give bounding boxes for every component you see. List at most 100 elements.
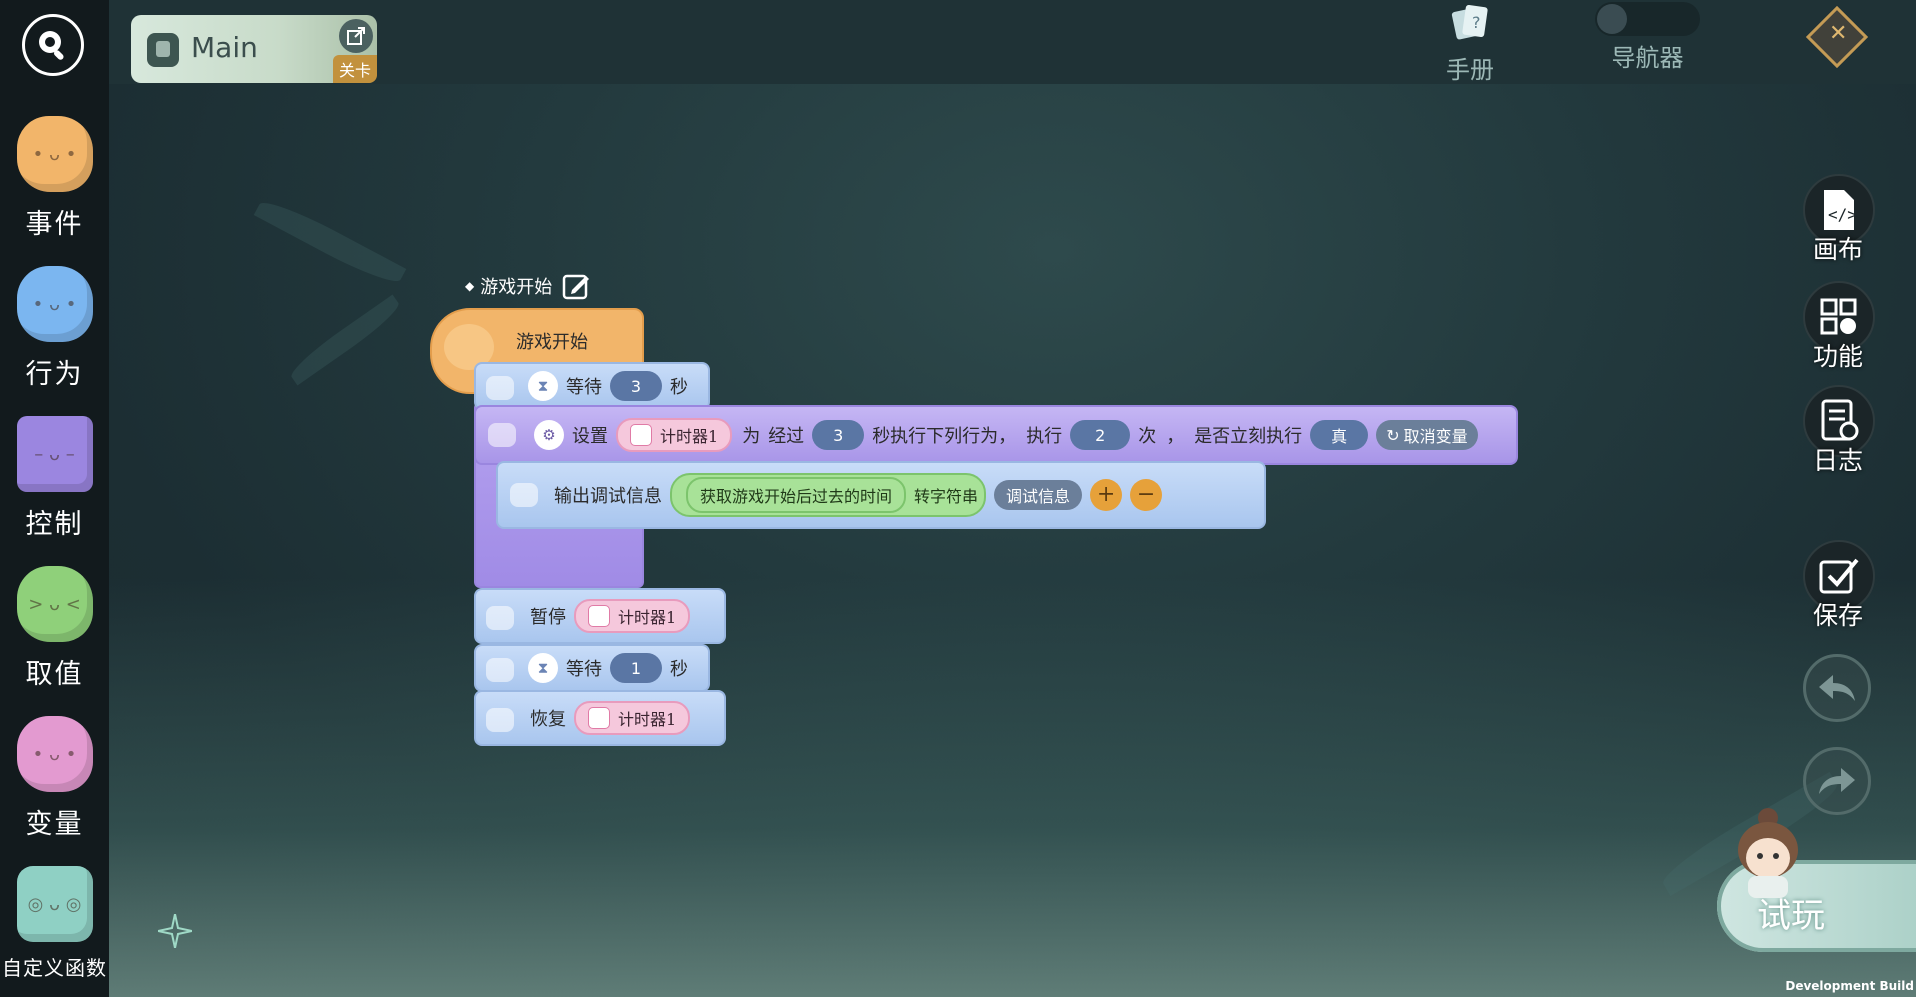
open-external-icon <box>347 27 365 45</box>
behavior-mascot-icon: • ᴗ • <box>16 266 93 342</box>
pause-timer-selector[interactable]: 计时器1 <box>574 599 691 633</box>
category-custom-function[interactable]: ◎ ᴗ ◎ 自定义函数 <box>0 866 109 981</box>
search-button[interactable] <box>22 14 84 76</box>
background-leaf <box>286 294 404 386</box>
pause-label: 暂停 <box>530 607 566 628</box>
category-variable[interactable]: • ᴗ • 变量 <box>0 716 109 841</box>
dev-build-label: Development Build <box>1785 979 1914 993</box>
svg-text:</>: </> <box>1828 205 1857 224</box>
to-string-label: 转字符串 <box>914 487 979 506</box>
save-label: 保存 <box>1812 601 1863 630</box>
cancel-variable-button[interactable]: ↻ 取消变量 <box>1376 420 1478 450</box>
category-value[interactable]: > ᴗ < 取值 <box>0 566 109 691</box>
timer-icon <box>630 424 652 446</box>
resume-timer-name: 计时器1 <box>618 710 677 729</box>
debug-info-input[interactable]: 调试信息 <box>994 480 1083 510</box>
sparkle-icon <box>158 914 192 948</box>
category-event[interactable]: • ᴗ • 事件 <box>0 116 109 241</box>
function-button[interactable]: 功能 <box>1803 281 1875 373</box>
exec-text: 秒执行下列行为， <box>872 426 1017 447</box>
refresh-icon: ↻ <box>1386 425 1400 445</box>
repeat-times-input[interactable]: 2 <box>1070 420 1131 450</box>
to-string-block[interactable]: 获取游戏开始后过去的时间 转字符串 <box>670 473 987 517</box>
background-leaf <box>253 193 407 291</box>
custom-function-mascot-icon: ◎ ᴗ ◎ <box>16 866 93 942</box>
scene-icon <box>147 33 179 67</box>
manual-cards-icon: ? <box>1451 5 1488 40</box>
manual-button[interactable]: ? 手册 <box>1440 2 1500 85</box>
scene-tab-main[interactable]: Main 关卡 <box>131 15 377 83</box>
pause-timer-block[interactable]: 暂停 计时器1 <box>474 588 726 644</box>
interval-seconds-input[interactable]: 3 <box>812 420 865 450</box>
robot-icon <box>486 708 514 732</box>
navigator-switch[interactable] <box>1595 2 1700 36</box>
resume-timer-block[interactable]: 恢复 计时器1 <box>474 690 726 746</box>
redo-button[interactable] <box>1803 747 1871 815</box>
function-label: 功能 <box>1812 342 1863 371</box>
save-button[interactable]: 保存 <box>1803 540 1875 632</box>
immediate-bool-input[interactable]: 真 <box>1310 420 1369 450</box>
event-header: ◆ 游戏开始 <box>465 272 590 300</box>
debug-output-block[interactable]: 输出调试信息 获取游戏开始后过去的时间 转字符串 调试信息 + − <box>496 461 1266 529</box>
search-icon <box>39 31 64 60</box>
pause-timer-name: 计时器1 <box>618 608 677 627</box>
hourglass-icon: ⧗ <box>528 653 558 683</box>
wait2-seconds-input[interactable]: 1 <box>610 653 662 683</box>
wait-block[interactable]: ⧗ 等待 3 秒 <box>474 362 710 410</box>
character-avatar-icon <box>1738 808 1798 898</box>
exec-label: 执行 <box>1026 426 1063 447</box>
wait-label: 等待 <box>566 377 602 398</box>
event-header-label: 游戏开始 <box>480 277 553 298</box>
open-external-button[interactable] <box>339 19 373 53</box>
svg-text:?: ? <box>1472 13 1481 32</box>
edit-icon[interactable] <box>562 272 590 300</box>
canvas-button[interactable]: </> 画布 <box>1803 174 1875 266</box>
undo-button[interactable] <box>1803 654 1871 722</box>
timer-selector[interactable]: 计时器1 <box>616 418 733 452</box>
manual-label: 手册 <box>1446 56 1494 84</box>
category-label: 变量 <box>25 809 84 840</box>
canvas-label: 画布 <box>1812 235 1863 264</box>
navigator-toggle[interactable]: 导航器 <box>1595 2 1700 73</box>
wait-block-2[interactable]: ⧗ 等待 1 秒 <box>474 644 710 692</box>
wait2-label: 等待 <box>566 659 602 680</box>
category-control[interactable]: – ᴗ – 控制 <box>0 416 109 541</box>
get-elapsed-time-block[interactable]: 获取游戏开始后过去的时间 <box>686 477 907 513</box>
event-block-label: 游戏开始 <box>516 332 588 353</box>
cancel-variable-label: 取消变量 <box>1403 427 1468 446</box>
get-time-label: 获取游戏开始后过去的时间 <box>700 487 893 506</box>
remove-param-button[interactable]: − <box>1130 479 1163 511</box>
scene-tab-title: Main <box>191 31 258 64</box>
category-label: 行为 <box>25 359 84 390</box>
category-behavior[interactable]: • ᴗ • 行为 <box>0 266 109 391</box>
for-label: 为 <box>742 426 761 447</box>
robot-icon <box>486 376 514 400</box>
timer-name: 计时器1 <box>660 427 719 446</box>
event-mascot-icon: • ᴗ • <box>16 116 93 192</box>
wait-unit: 秒 <box>670 377 688 398</box>
after-label: 经过 <box>768 426 805 447</box>
event-small-icon: ◆ <box>465 279 475 293</box>
log-label: 日志 <box>1812 446 1863 475</box>
timer-setup-block[interactable]: ⚙ 设置 计时器1 为 经过 3 秒执行下列行为， 执行 2 次 ， 是否立刻执… <box>474 405 1518 465</box>
gear-icon: ⚙ <box>534 420 564 450</box>
immediate-label: 是否立刻执行 <box>1194 426 1303 447</box>
setup-label: 设置 <box>572 426 608 447</box>
wait-seconds-input[interactable]: 3 <box>610 371 662 401</box>
category-sidebar: • ᴗ • 事件 • ᴗ • 行为 – ᴗ – 控制 > ᴗ < 取值 • ᴗ … <box>0 0 109 997</box>
log-button[interactable]: 日志 <box>1803 385 1875 477</box>
resume-timer-selector[interactable]: 计时器1 <box>574 701 691 735</box>
comma-separator: ， <box>1166 426 1185 447</box>
add-param-button[interactable]: + <box>1090 479 1123 511</box>
wait2-unit: 秒 <box>670 659 688 680</box>
category-label: 自定义函数 <box>2 956 107 980</box>
level-badge: 关卡 <box>332 55 377 83</box>
undo-arrow-icon <box>1819 675 1855 701</box>
timer-icon <box>588 707 610 729</box>
timer-icon <box>588 605 610 627</box>
robot-icon <box>510 483 538 507</box>
resume-label: 恢复 <box>530 709 566 730</box>
value-mascot-icon: > ᴗ < <box>16 566 93 642</box>
robot-icon <box>488 423 516 447</box>
category-label: 取值 <box>25 659 84 690</box>
